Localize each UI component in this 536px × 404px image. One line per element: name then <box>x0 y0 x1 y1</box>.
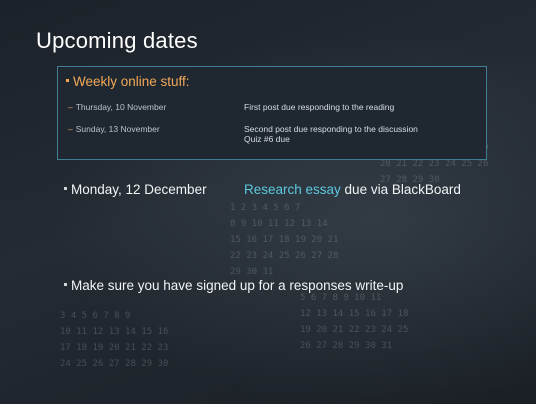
svg-text:22 23 24 25 26 27 28: 22 23 24 25 26 27 28 <box>230 251 338 261</box>
slide-title: Upcoming dates <box>36 28 198 53</box>
weekly-row-1-date: – Thursday, 10 November <box>68 102 167 112</box>
svg-text:15 16 17 18 19 20 21: 15 16 17 18 19 20 21 <box>230 235 338 245</box>
essay-highlight: Research essay <box>244 182 341 197</box>
svg-text:17 18 19 20 21 22 23: 17 18 19 20 21 22 23 <box>60 343 168 353</box>
weekly-heading: Weekly online stuff: <box>66 74 190 89</box>
dash-icon: – <box>68 102 73 112</box>
bullet-icon <box>64 282 67 286</box>
svg-text:8 9 10 11 12 13 14: 8 9 10 11 12 13 14 <box>230 219 328 229</box>
weekly-row-1-desc: First post due responding to the reading <box>244 102 395 112</box>
svg-text:20 21 22 23 24 25 26: 20 21 22 23 24 25 26 <box>380 159 488 169</box>
weekly-row-2-date: – Sunday, 13 November <box>68 124 160 134</box>
slide: 1 2 3 4 5 6 7 8 9 10 11 12 13 14 15 16 1… <box>0 0 536 404</box>
reminder-item: Make sure you have signed up for a respo… <box>64 278 403 293</box>
weekly-online-box: Weekly online stuff: – Thursday, 10 Novem… <box>57 66 487 160</box>
svg-text:29 30 31: 29 30 31 <box>230 267 273 277</box>
essay-rest: due via BlackBoard <box>340 182 461 197</box>
calendar-background-image: 1 2 3 4 5 6 7 8 9 10 11 12 13 14 15 16 1… <box>60 111 488 369</box>
weekly-row-2-desc-line1: Second post due responding to the discus… <box>244 124 418 134</box>
dash-icon: – <box>68 124 73 134</box>
svg-text:24 25 26 27 28 29 30: 24 25 26 27 28 29 30 <box>60 359 168 369</box>
svg-text:5 6 7 8 9 10 11: 5 6 7 8 9 10 11 <box>300 293 381 303</box>
essay-date-item: Monday, 12 December <box>64 182 207 197</box>
svg-text:19 20 21 22 23 24 25: 19 20 21 22 23 24 25 <box>300 325 408 335</box>
bullet-icon <box>66 78 69 82</box>
svg-text:1 2 3 4 5 6 7: 1 2 3 4 5 6 7 <box>230 203 300 213</box>
svg-text:3 4 5 6 7 8 9: 3 4 5 6 7 8 9 <box>60 311 130 321</box>
essay-description: Research essay due via BlackBoard <box>244 182 461 197</box>
weekly-row-2-desc-line2: Quiz #6 due <box>244 134 290 144</box>
bullet-icon <box>64 186 67 190</box>
svg-text:12 13 14 15 16 17 18: 12 13 14 15 16 17 18 <box>300 309 408 319</box>
svg-text:26 27 28 29 30 31: 26 27 28 29 30 31 <box>300 341 392 351</box>
svg-text:10 11 12 13 14 15 16: 10 11 12 13 14 15 16 <box>60 327 168 337</box>
